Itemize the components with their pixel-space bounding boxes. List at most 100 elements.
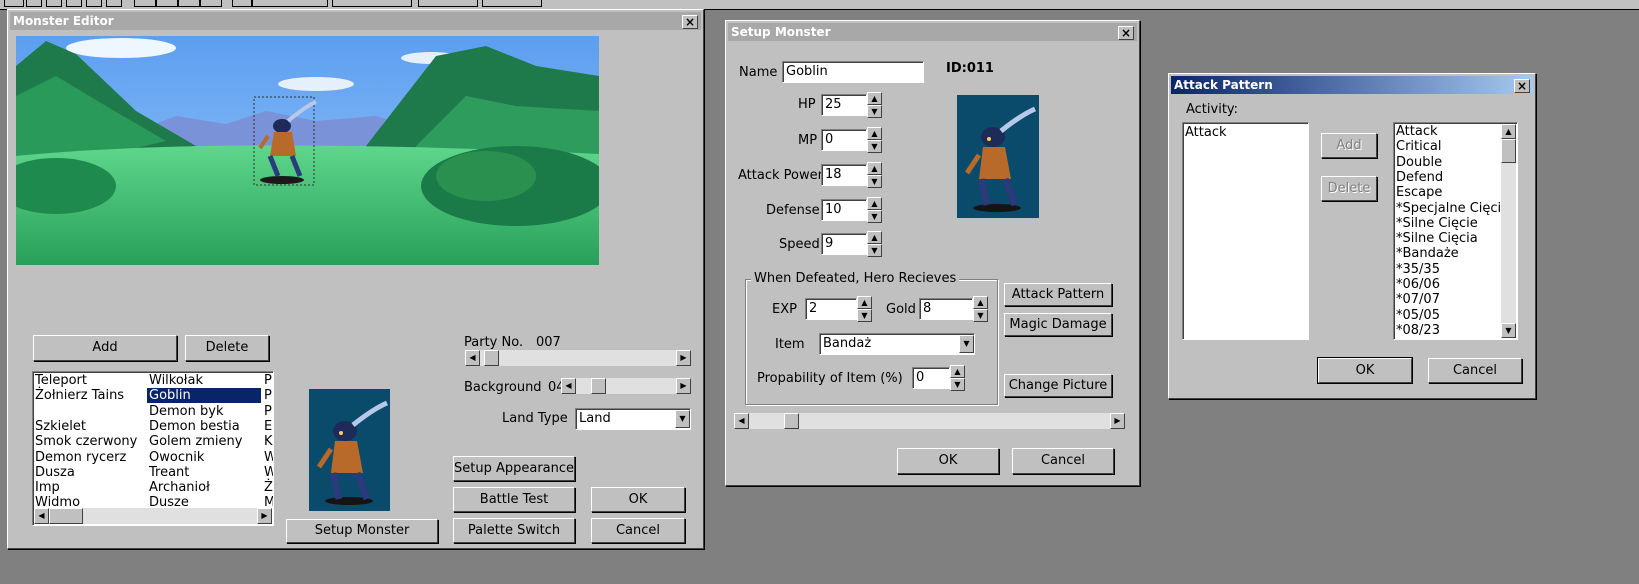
toolbar-button[interactable] xyxy=(332,0,412,7)
scroll-down-icon[interactable]: ▼ xyxy=(1501,323,1516,338)
delete-monster-button[interactable]: Delete xyxy=(185,335,269,361)
probability-field[interactable]: 0 xyxy=(912,367,950,389)
pattern-option-item[interactable]: Attack xyxy=(1396,124,1438,139)
monster-list-item[interactable]: E xyxy=(264,419,272,434)
spin-down-icon[interactable]: ▼ xyxy=(867,105,882,118)
attack-cancel-button[interactable]: Cancel xyxy=(1428,358,1522,383)
spin-up-icon[interactable]: ▲ xyxy=(867,231,882,244)
pattern-option-item[interactable]: *06/06 xyxy=(1396,277,1440,292)
monster-list-item[interactable]: Demon byk xyxy=(149,404,223,419)
monster-list[interactable]: Teleport Żołnierz Tains Szkielet Smok czerw… xyxy=(32,371,274,526)
pattern-option-item[interactable]: *05/05 xyxy=(1396,308,1440,323)
monster-list-item[interactable]: Szkielet xyxy=(35,419,86,434)
monster-list-item[interactable]: Demon bestia xyxy=(149,419,240,434)
battle-test-button[interactable]: Battle Test xyxy=(453,487,575,512)
spin-up-icon[interactable]: ▲ xyxy=(867,127,882,140)
name-field[interactable]: Goblin xyxy=(782,61,924,83)
spin-down-icon[interactable]: ▼ xyxy=(867,210,882,223)
speed-field[interactable]: 9 xyxy=(821,233,867,255)
spin-up-icon[interactable]: ▲ xyxy=(867,92,882,105)
toolbar-button[interactable] xyxy=(66,0,82,7)
monster-list-item[interactable]: W xyxy=(264,465,273,480)
land-type-select[interactable]: Land ▼ xyxy=(575,408,691,430)
pattern-option-item[interactable]: *08/23 xyxy=(1396,323,1440,338)
scroll-thumb[interactable] xyxy=(49,508,83,524)
options-scroll-thumb[interactable] xyxy=(1501,139,1516,163)
toolbar-button[interactable] xyxy=(4,0,24,7)
close-icon[interactable]: × xyxy=(682,15,698,29)
attack-pattern-button[interactable]: Attack Pattern xyxy=(1004,283,1112,306)
background-scroll-thumb[interactable] xyxy=(591,378,606,394)
palette-switch-button[interactable]: Palette Switch xyxy=(453,518,575,543)
change-picture-button[interactable]: Change Picture xyxy=(1004,374,1112,397)
dropdown-arrow-icon[interactable]: ▼ xyxy=(959,335,974,353)
pattern-option-item[interactable]: Escape xyxy=(1396,185,1442,200)
toolbar-button[interactable] xyxy=(200,0,222,7)
monster-list-item[interactable]: K xyxy=(264,434,273,449)
monster-list-item[interactable]: Goblin xyxy=(147,388,261,404)
defense-field[interactable]: 10 xyxy=(821,199,867,221)
monster-list-item[interactable]: Treant xyxy=(149,465,189,480)
toolbar-button[interactable] xyxy=(134,0,156,7)
background-scrollbar[interactable]: ◀ ▶ xyxy=(561,378,691,394)
editor-cancel-button[interactable]: Cancel xyxy=(591,518,685,543)
monster-list-item[interactable]: P xyxy=(264,404,272,419)
attack-power-field[interactable]: 18 xyxy=(821,164,867,186)
options-vscrollbar[interactable]: ▲ ▼ xyxy=(1501,124,1516,338)
spin-down-icon[interactable]: ▼ xyxy=(857,309,872,322)
pattern-option-item[interactable]: *35/35 xyxy=(1396,262,1440,277)
spin-down-icon[interactable]: ▼ xyxy=(867,175,882,188)
scroll-right-icon[interactable]: ▶ xyxy=(257,508,272,524)
setup-appearance-button[interactable]: Setup Appearance xyxy=(453,456,575,481)
spin-down-icon[interactable]: ▼ xyxy=(867,140,882,153)
spin-up-icon[interactable]: ▲ xyxy=(950,365,965,378)
party-scrollbar[interactable]: ◀ ▶ xyxy=(465,350,691,366)
setup-scrollbar[interactable]: ◀ ▶ xyxy=(734,413,1125,429)
monster-list-item[interactable]: Golem zmieny xyxy=(149,434,242,449)
monster-list-item[interactable]: Imp xyxy=(35,480,60,495)
setup-cancel-button[interactable]: Cancel xyxy=(1012,448,1114,474)
toolbar-button[interactable] xyxy=(156,0,178,7)
scroll-right-icon[interactable]: ▶ xyxy=(676,350,691,366)
scroll-right-icon[interactable]: ▶ xyxy=(1110,413,1125,429)
toolbar-button[interactable] xyxy=(46,0,62,7)
pattern-option-item[interactable]: *Bandaże xyxy=(1396,246,1459,261)
item-select[interactable]: Bandaż ▼ xyxy=(819,333,975,355)
spin-up-icon[interactable]: ▲ xyxy=(867,162,882,175)
toolbar-button[interactable] xyxy=(418,0,478,7)
mp-field[interactable]: 0 xyxy=(821,129,867,151)
spin-up-icon[interactable]: ▲ xyxy=(867,197,882,210)
monster-list-item[interactable]: Smok czerwony xyxy=(35,434,137,449)
attack-ok-button[interactable]: OK xyxy=(1317,357,1413,384)
toolbar-button[interactable] xyxy=(86,0,102,7)
hp-field[interactable]: 25 xyxy=(821,94,867,116)
magic-damage-button[interactable]: Magic Damage xyxy=(1004,313,1112,336)
setup-ok-button[interactable]: OK xyxy=(897,448,999,474)
scroll-up-icon[interactable]: ▲ xyxy=(1501,124,1516,139)
monster-list-item[interactable]: Żołnierz Tains xyxy=(35,388,124,403)
add-activity-button[interactable]: Add xyxy=(1321,133,1377,158)
monster-list-item[interactable]: Teleport xyxy=(35,373,87,388)
pattern-option-item[interactable]: *Silne Cięcie xyxy=(1396,216,1478,231)
exp-field[interactable]: 2 xyxy=(805,298,857,320)
monster-list-item[interactable]: Demon rycerz xyxy=(35,450,126,465)
spin-down-icon[interactable]: ▼ xyxy=(867,244,882,257)
pattern-option-item[interactable]: *Silne Cięcia xyxy=(1396,231,1478,246)
pattern-option-item[interactable]: *07/07 xyxy=(1396,292,1440,307)
scroll-right-icon[interactable]: ▶ xyxy=(676,378,691,394)
spin-up-icon[interactable]: ▲ xyxy=(973,296,988,309)
pattern-option-item[interactable]: Defend xyxy=(1396,170,1443,185)
monster-list-item[interactable]: Archanioł xyxy=(149,480,210,495)
monster-list-item[interactable]: Ż xyxy=(264,480,273,495)
monster-list-item[interactable]: P xyxy=(264,388,272,403)
toolbar-button[interactable] xyxy=(482,0,542,7)
spin-down-icon[interactable]: ▼ xyxy=(950,378,965,391)
scroll-left-icon[interactable]: ◀ xyxy=(734,413,749,429)
setup-scroll-thumb[interactable] xyxy=(784,413,799,429)
monster-list-item[interactable]: P xyxy=(264,373,272,388)
toolbar-button[interactable] xyxy=(26,0,42,7)
monster-list-item[interactable]: W xyxy=(264,450,273,465)
pattern-option-item[interactable]: *Specjalne Cięcia xyxy=(1396,201,1509,216)
close-icon[interactable]: × xyxy=(1514,79,1530,93)
delete-activity-button[interactable]: Delete xyxy=(1321,176,1377,201)
